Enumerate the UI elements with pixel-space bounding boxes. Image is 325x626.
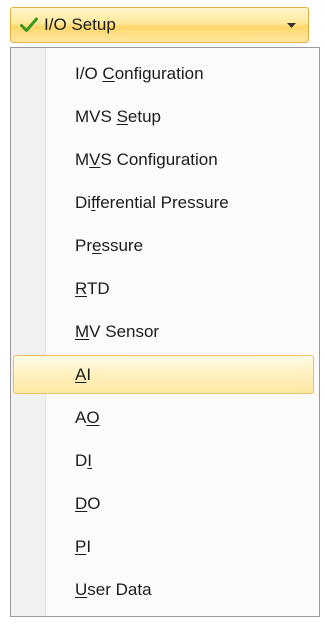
access-key: V	[89, 149, 101, 169]
menu-item-ai[interactable]: AI	[11, 353, 319, 396]
checkmark-icon	[20, 16, 38, 34]
menu-item-label: MV Sensor	[75, 321, 160, 341]
menu-item-rtd[interactable]: RTD	[11, 267, 319, 310]
menu-item-label: PI	[75, 536, 92, 556]
menu-item-pressure[interactable]: Pressure	[11, 224, 319, 267]
access-key: P	[75, 536, 87, 556]
access-key: C	[102, 63, 115, 83]
menu-item-mvs-configuration[interactable]: MVS Configuration	[11, 138, 319, 181]
access-key: D	[75, 493, 88, 513]
menu-item-label: AI	[75, 364, 92, 384]
menu-item-label: User Data	[75, 579, 152, 599]
menu-item-user-data[interactable]: User Data	[11, 568, 319, 611]
menu-item-di[interactable]: DI	[11, 439, 319, 482]
menu-item-label: DI	[75, 450, 93, 470]
access-key: S	[116, 106, 128, 126]
access-key: A	[75, 364, 87, 384]
access-key: O	[86, 407, 100, 427]
access-key: R	[75, 278, 87, 298]
dropdown-title: I/O Setup	[44, 15, 116, 34]
menu-item-label: Pressure	[75, 235, 144, 255]
menu-item-label: MVS Setup	[75, 106, 161, 126]
menu-list: I/O Configuration MVS Setup MVS Configurat…	[11, 48, 319, 611]
menu-item-label: MVS Configuration	[75, 149, 218, 169]
menu-item-label: DO	[75, 493, 101, 513]
access-key: I	[87, 450, 93, 470]
chevron-down-icon[interactable]	[286, 22, 296, 28]
menu-item-ao[interactable]: AO	[11, 396, 319, 439]
dropdown-menu: I/O Configuration MVS Setup MVS Configurat…	[10, 47, 320, 617]
menu-item-pi[interactable]: PI	[11, 525, 319, 568]
io-setup-dropdown[interactable]: I/O Setup	[10, 7, 309, 43]
menu-item-label: I/O Configuration	[75, 63, 204, 83]
menu-item-label: AO	[75, 407, 100, 427]
menu-item-do[interactable]: DO	[11, 482, 319, 525]
access-key: M	[75, 321, 90, 341]
page: I/O Setup I/O Configuration MVS Setup MVS …	[0, 0, 325, 626]
menu-item-label: RTD	[75, 278, 110, 298]
access-key: U	[75, 579, 88, 599]
menu-item-differential-pressure[interactable]: Differential Pressure	[11, 181, 319, 224]
menu-item-label: Differential Pressure	[75, 192, 229, 212]
menu-item-io-configuration[interactable]: I/O Configuration	[11, 52, 319, 95]
menu-item-mv-sensor[interactable]: MV Sensor	[11, 310, 319, 353]
menu-item-mvs-setup[interactable]: MVS Setup	[11, 95, 319, 138]
